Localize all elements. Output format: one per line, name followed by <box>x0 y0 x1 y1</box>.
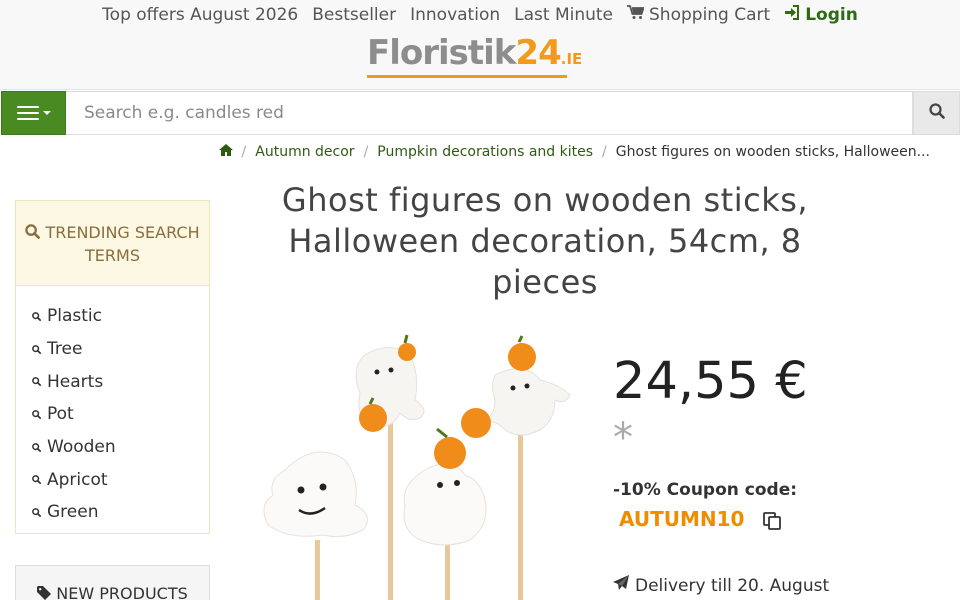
nav-login-label: Login <box>805 5 858 25</box>
trending-search-panel: TRENDING SEARCH TERMS Plastic Tree Heart… <box>15 200 210 534</box>
search-icon <box>32 410 41 419</box>
category-menu-button[interactable] <box>1 91 66 135</box>
search-icon <box>32 311 41 321</box>
sign-in-icon <box>784 5 800 25</box>
trending-item-apricot[interactable]: Apricot <box>16 463 209 496</box>
trending-item-wooden[interactable]: Wooden <box>16 431 209 464</box>
nav-shopping-cart-label: Shopping Cart <box>649 5 771 25</box>
delivery-text: Delivery till 20. August <box>635 575 830 596</box>
home-icon[interactable] <box>218 144 233 160</box>
trending-header: TRENDING SEARCH TERMS <box>16 201 209 286</box>
search-icon <box>32 442 41 452</box>
product-title: Ghost figures on wooden sticks, Hallowee… <box>281 181 809 301</box>
delivery-info: Delivery till 20. August <box>613 575 829 596</box>
nav-login[interactable]: Login <box>784 5 858 25</box>
top-navigation: Top offers August 2026 Bestseller Innova… <box>0 5 960 25</box>
breadcrumb-autumn-decor[interactable]: Autumn decor <box>255 144 354 160</box>
product-price: 24,55 € <box>613 352 808 411</box>
trending-item-green[interactable]: Green <box>16 496 209 529</box>
new-products-title: NEW PRODUCTS <box>56 584 188 600</box>
site-logo[interactable]: Floristik24.IE <box>367 33 582 79</box>
trending-item-label: Hearts <box>47 371 104 392</box>
search-icon <box>32 475 41 485</box>
breadcrumb-separator: / <box>363 144 369 160</box>
search-icon <box>928 103 945 123</box>
breadcrumb-current: Ghost figures on wooden sticks, Hallowee… <box>615 144 930 160</box>
logo-underline <box>367 75 567 78</box>
coupon-label: -10% Coupon code: <box>613 480 798 500</box>
trending-item-label: Tree <box>47 339 83 360</box>
copy-icon[interactable] <box>762 511 782 531</box>
logo-main: Floristik <box>367 33 516 73</box>
trending-item-label: Wooden <box>47 437 116 458</box>
nav-shopping-cart[interactable]: Shopping Cart <box>627 5 770 25</box>
search-icon <box>32 508 41 517</box>
hamburger-icon <box>16 106 39 120</box>
trending-item-label: Green <box>47 502 99 523</box>
search-icon <box>25 223 41 242</box>
logo-number: 24 <box>515 33 561 73</box>
breadcrumb-separator: / <box>241 144 247 160</box>
breadcrumb-separator: / <box>602 144 607 160</box>
breadcrumb-pumpkin-decorations[interactable]: Pumpkin decorations and kites <box>377 144 593 160</box>
nav-last-minute[interactable]: Last Minute <box>514 5 613 25</box>
breadcrumb: / Autumn decor / Pumpkin decorations and… <box>218 144 930 160</box>
tag-icon <box>37 584 52 600</box>
product-image[interactable] <box>255 330 585 600</box>
trending-list: Plastic Tree Hearts Pot Wooden Apricot G… <box>16 286 209 529</box>
caret-down-icon <box>42 111 51 115</box>
nav-top-offers[interactable]: Top offers August 2026 <box>102 5 298 25</box>
trending-item-label: Apricot <box>47 469 108 490</box>
price-footnote-asterisk: * <box>613 415 633 461</box>
trending-item-pot[interactable]: Pot <box>16 398 209 431</box>
trending-item-hearts[interactable]: Hearts <box>16 365 209 398</box>
search-icon <box>32 377 41 387</box>
logo-tld: .IE <box>560 50 583 68</box>
new-products-panel[interactable]: NEW PRODUCTS <box>15 565 210 600</box>
search-input[interactable] <box>66 91 913 135</box>
coupon-code: AUTUMN10 <box>619 507 745 531</box>
trending-item-label: Plastic <box>47 306 102 327</box>
nav-innovation[interactable]: Innovation <box>410 5 500 25</box>
cart-icon <box>627 5 645 25</box>
trending-item-plastic[interactable]: Plastic <box>16 300 209 333</box>
header: Top offers August 2026 Bestseller Innova… <box>0 0 960 90</box>
search-icon <box>32 344 41 354</box>
search-button[interactable] <box>913 91 960 135</box>
trending-item-label: Pot <box>47 404 74 425</box>
nav-bestseller[interactable]: Bestseller <box>312 5 396 25</box>
paper-plane-icon <box>613 575 629 596</box>
trending-title: TRENDING SEARCH TERMS <box>45 223 200 265</box>
trending-item-tree[interactable]: Tree <box>16 333 209 366</box>
